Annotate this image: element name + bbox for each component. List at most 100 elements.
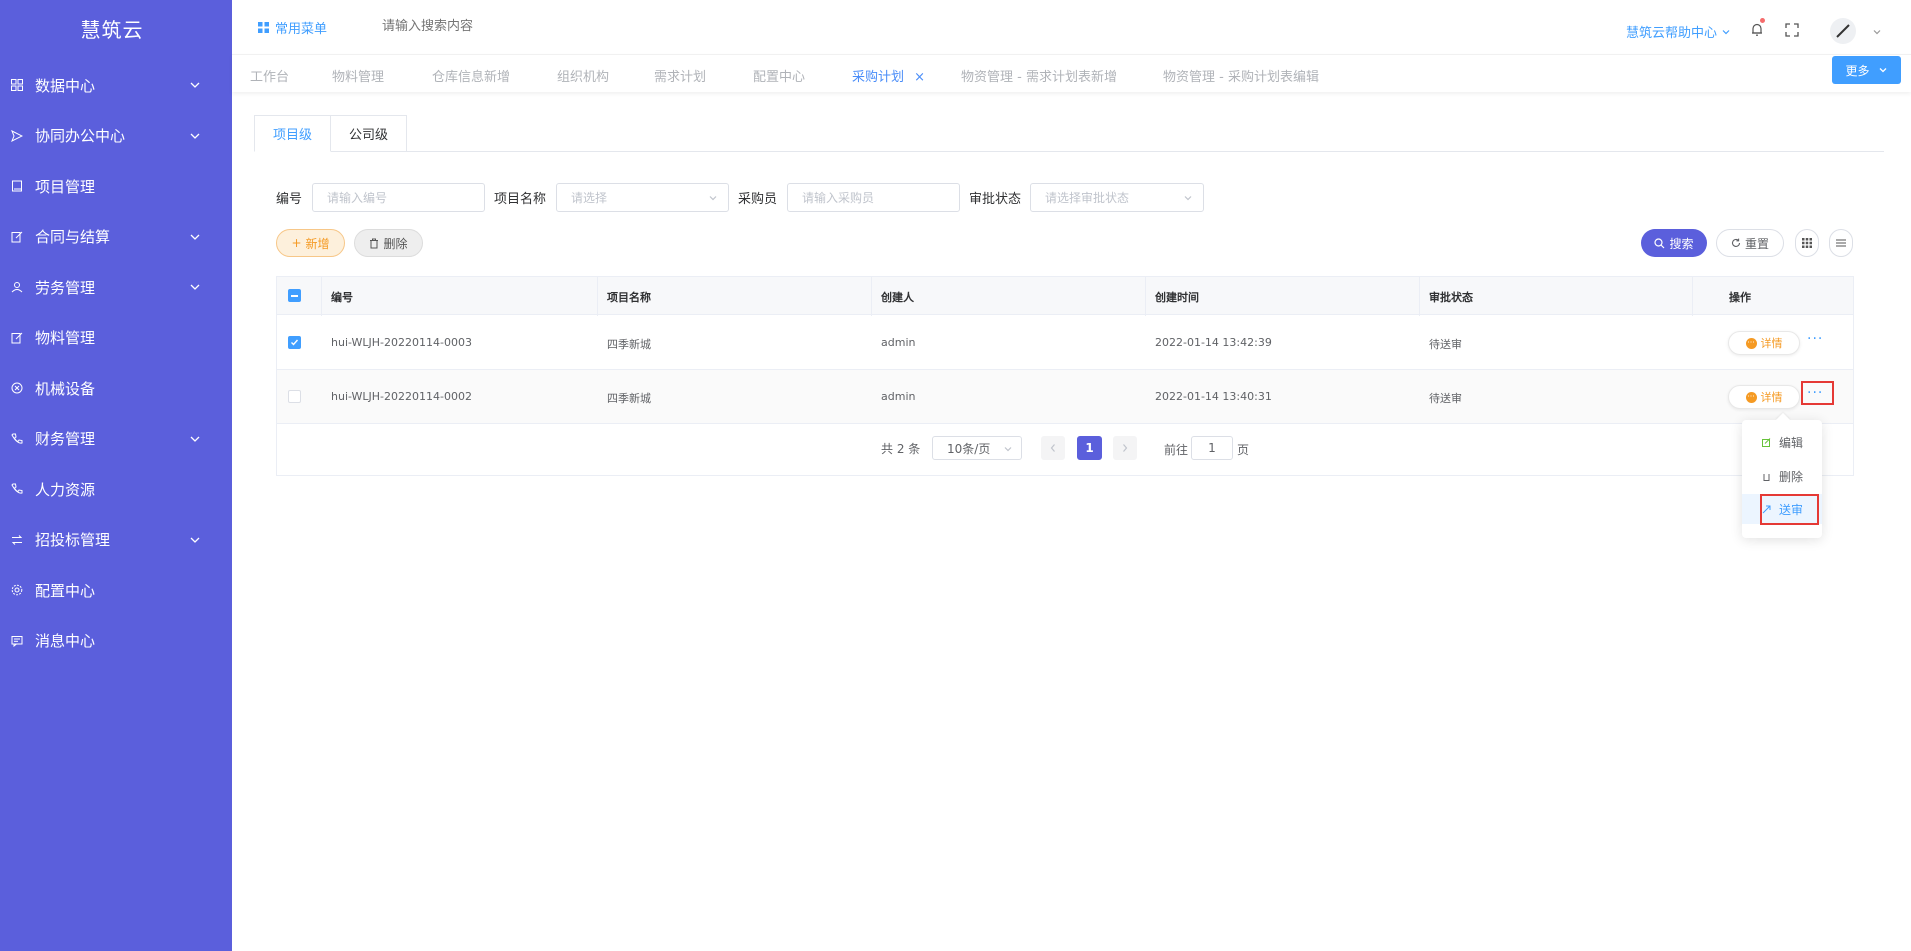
chevron-right-icon (1123, 444, 1128, 452)
tab-label: 工作台 (250, 70, 290, 85)
chevron-down-icon (190, 284, 200, 290)
more-circle-icon: ··· (1745, 391, 1757, 403)
close-icon[interactable]: × (910, 70, 925, 85)
menu-item-delete[interactable]: 删除 (1742, 461, 1822, 491)
plus-icon: + (291, 236, 302, 250)
sidebar-item-label: 人力资源 (35, 480, 96, 499)
sidebar-item[interactable]: 协同办公中心 (0, 111, 232, 161)
brush-icon (1836, 24, 1850, 38)
select-all-checkbox[interactable] (288, 289, 301, 302)
sidebar-item-label: 机械设备 (35, 379, 96, 398)
project-filter-select[interactable]: 请选择 (556, 183, 729, 212)
tab-item[interactable]: 物料管理 (332, 66, 384, 85)
tab-project-level[interactable]: 项目级 (254, 115, 332, 152)
sidebar-item[interactable]: 招投标管理 (0, 515, 232, 565)
level-tabs: 项目级 公司级 (254, 115, 408, 152)
filter-settings-button[interactable] (1829, 229, 1853, 257)
edit-icon (1762, 437, 1771, 447)
tab-label: 采购计划 (852, 70, 905, 85)
table-row[interactable]: hui-WLJH-20220114-0003 四季新城 admin 2022-0… (277, 316, 1853, 370)
menu-item-edit[interactable]: 编辑 (1742, 427, 1822, 457)
sidebar-item[interactable]: 人力资源 (0, 464, 232, 514)
common-menu-button[interactable]: 常用菜单 (258, 18, 327, 37)
tab-item[interactable]: 物资管理 - 采购计划表编辑 (1163, 66, 1319, 85)
prev-page-button[interactable] (1041, 436, 1065, 460)
chevron-down-icon (709, 196, 717, 201)
tab-item[interactable]: 需求计划 (654, 66, 706, 85)
header-approval-status: 审批状态 (1429, 291, 1473, 304)
page-size-select[interactable]: 10条/页 (932, 436, 1022, 460)
sidebar: 慧筑云 数据中心 协同办公中心 项目管理 合同与结算 劳务管理 物料管理 机械设备 财务管理人… (0, 0, 232, 951)
edit-doc-icon (10, 230, 24, 244)
page-number-current[interactable]: 1 (1077, 436, 1102, 460)
tab-item[interactable]: 仓库信息新增 (432, 66, 510, 85)
sidebar-item[interactable]: 合同与结算 (0, 212, 232, 262)
chevron-left-icon (1050, 444, 1055, 452)
add-button[interactable]: + 新增 (276, 229, 345, 257)
avatar-chevron-down-icon[interactable] (1872, 27, 1882, 37)
buyer-filter-input[interactable]: 请输入采购员 (787, 183, 960, 212)
status-filter-select[interactable]: 请选择审批状态 (1030, 183, 1204, 212)
avatar[interactable] (1830, 18, 1856, 44)
column-settings-button[interactable] (1795, 229, 1819, 257)
sidebar-item[interactable]: 机械设备 (0, 363, 232, 413)
search-button[interactable]: 搜索 (1641, 229, 1707, 257)
swap-icon (10, 533, 24, 547)
detail-button[interactable]: ··· 详情 (1728, 385, 1800, 409)
detail-button[interactable]: ··· 详情 (1728, 331, 1800, 355)
tab-item[interactable]: 配置中心 (753, 66, 805, 85)
sidebar-item[interactable]: 劳务管理 (0, 262, 232, 312)
columns-grid-icon (1802, 238, 1812, 248)
code-filter-placeholder: 请输入编号 (327, 191, 388, 205)
help-center-link[interactable]: 慧筑云帮助中心 (1626, 22, 1731, 41)
message-icon (10, 634, 24, 648)
purchase-plan-table: 编号 项目名称 创建人 创建时间 审批状态 操作 hui-WLJH-202201… (276, 276, 1854, 476)
more-actions-button[interactable]: ··· (1807, 331, 1823, 347)
sidebar-item[interactable]: 财务管理 (0, 414, 232, 464)
chevron-down-icon (190, 436, 200, 442)
help-center-label: 慧筑云帮助中心 (1626, 26, 1718, 41)
row-checkbox[interactable] (288, 336, 301, 349)
global-search-input[interactable] (382, 14, 602, 38)
code-filter-input[interactable]: 请输入编号 (312, 183, 485, 212)
header-code: 编号 (331, 291, 353, 304)
sidebar-item[interactable]: 配置中心 (0, 565, 232, 615)
tab-label: 物资管理 - 需求计划表新增 (961, 70, 1117, 85)
menu-item-delete-label: 删除 (1779, 469, 1804, 484)
check-icon (291, 339, 299, 346)
sidebar-item[interactable]: 项目管理 (0, 161, 232, 211)
sidebar-item-label: 物料管理 (35, 329, 96, 347)
cell-project: 四季新城 (607, 392, 651, 405)
sidebar-item[interactable]: 物料管理 (0, 313, 232, 363)
cell-project: 四季新城 (607, 338, 651, 351)
next-page-button[interactable] (1113, 436, 1137, 460)
trash-icon (1763, 473, 1770, 481)
fullscreen-button[interactable] (1785, 23, 1799, 40)
header-creator: 创建人 (881, 291, 914, 304)
goto-page-input[interactable]: 1 (1191, 436, 1233, 460)
sidebar-item[interactable]: 数据中心 (0, 60, 232, 110)
notification-bell[interactable] (1750, 18, 1765, 40)
more-tabs-button[interactable]: 更多 (1832, 56, 1901, 84)
sliders-icon (1836, 239, 1846, 247)
goto-suffix: 页 (1237, 443, 1250, 457)
sidebar-item[interactable]: 消息中心 (0, 616, 232, 666)
tab-item[interactable]: 采购计划 × (852, 66, 925, 85)
reset-button[interactable]: 重置 (1716, 229, 1784, 257)
delete-button[interactable]: 删除 (354, 229, 423, 257)
table-row[interactable]: hui-WLJH-20220114-0002 四季新城 admin 2022-0… (277, 370, 1853, 424)
tab-item[interactable]: 物资管理 - 需求计划表新增 (961, 66, 1117, 85)
grid-icon (10, 78, 24, 92)
row-checkbox[interactable] (288, 390, 301, 403)
sidebar-item-label: 协同办公中心 (35, 127, 126, 145)
tab-item[interactable]: 组织机构 (557, 66, 609, 85)
sidebar-item-label: 财务管理 (35, 430, 96, 448)
cell-created-time: 2022-01-14 13:40:31 (1155, 390, 1272, 403)
sidebar-item-label: 劳务管理 (35, 278, 96, 297)
tab-item[interactable]: 工作台 (250, 66, 289, 85)
cross-circle-icon (10, 381, 24, 395)
page-size-label: 10条/页 (947, 441, 991, 456)
tab-company-level[interactable]: 公司级 (331, 115, 408, 152)
sidebar-item-label: 数据中心 (35, 76, 96, 95)
search-label: 搜索 (1669, 236, 1694, 251)
